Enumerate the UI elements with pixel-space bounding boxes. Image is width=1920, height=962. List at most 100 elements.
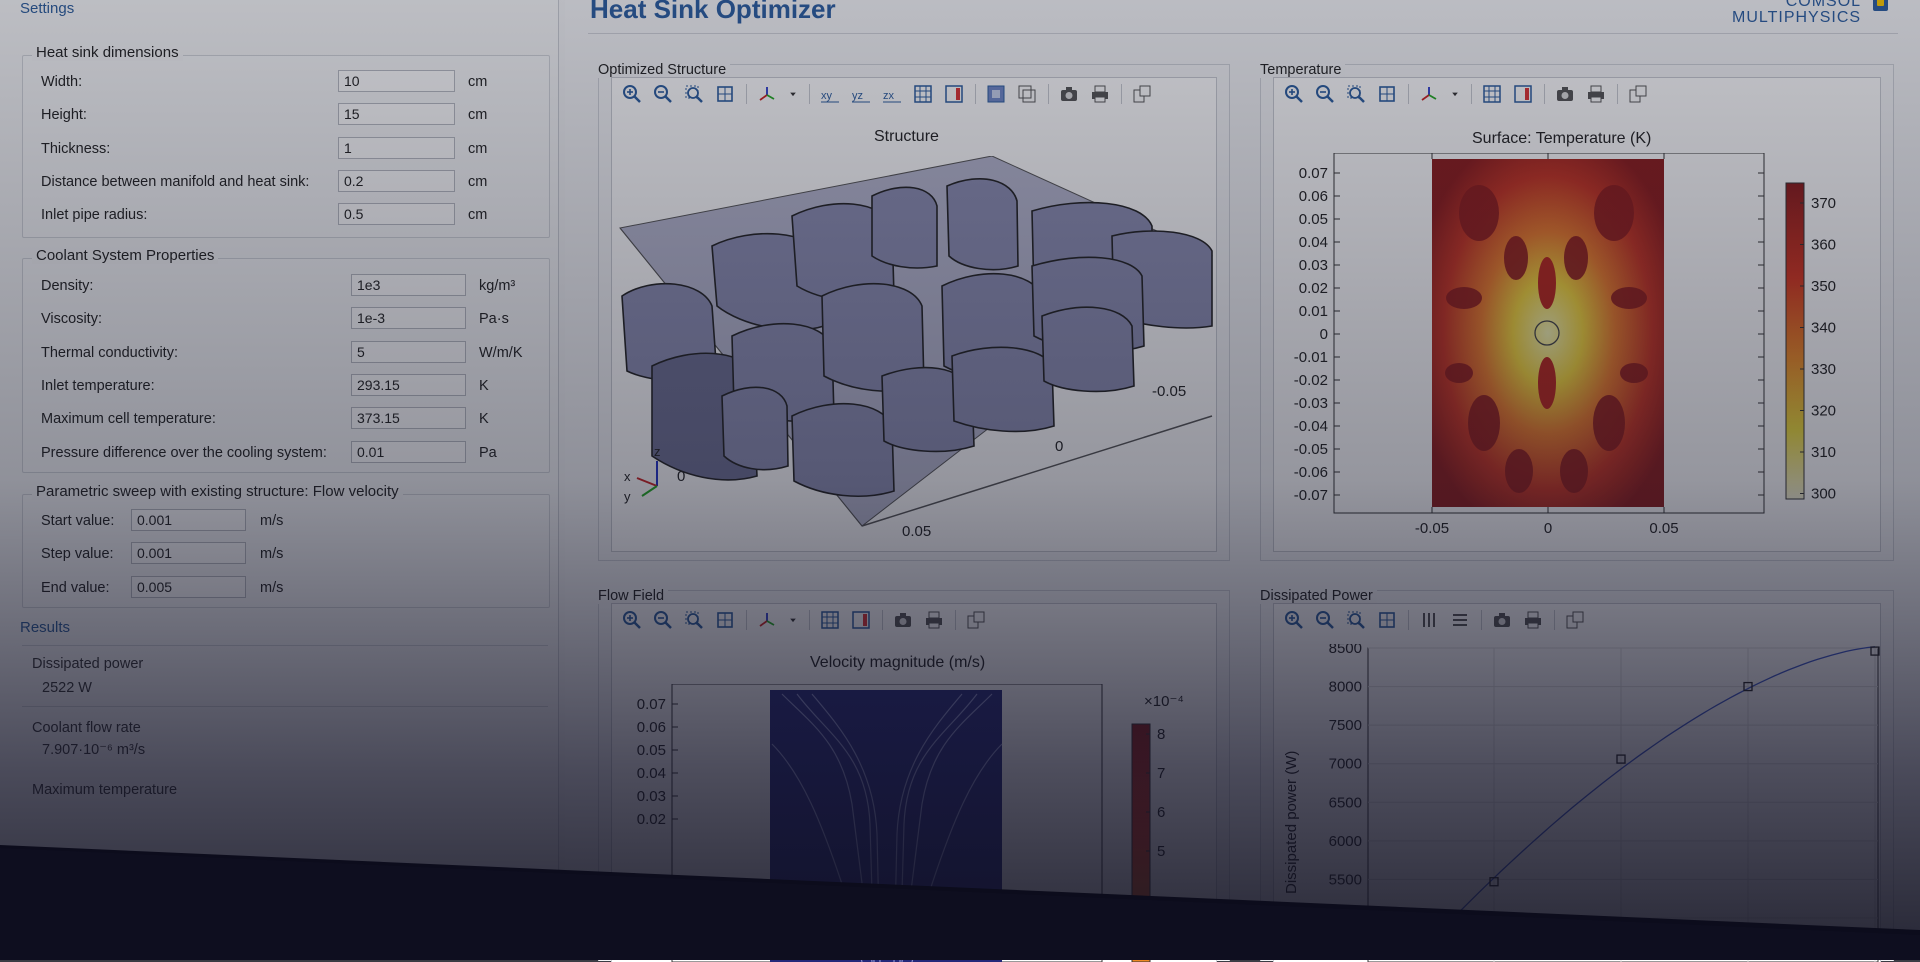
tick-label: 0.02 [637,811,666,828]
print-icon[interactable] [1088,82,1112,106]
zoom-extents-icon[interactable] [713,608,737,632]
toolbar-separator [809,610,810,630]
grid-icon[interactable] [911,82,935,106]
axis-x-line [636,477,658,487]
setting-label: Height: [41,107,87,124]
setting-label: Viscosity: [41,311,102,328]
export-icon[interactable] [1626,82,1650,106]
power-chart[interactable]: 8500 8000 7500 7000 6500 6000 5500 5000 Dissipa… [1274,644,1880,962]
structure-3d-view[interactable]: z x y -0.05 0 0 0.05 [612,156,1216,551]
setting-input[interactable] [351,307,466,330]
temperature-toolbar [1282,80,1657,108]
zoom-out-icon[interactable] [651,82,675,106]
setting-input[interactable] [351,407,466,430]
zoom-box-icon[interactable] [1344,608,1368,632]
toolbar-separator [1617,84,1618,104]
setting-input[interactable] [338,103,455,126]
structure-fin [946,178,1019,271]
setting-input[interactable] [131,542,246,565]
camera-icon[interactable] [1553,82,1577,106]
temperature-chart[interactable]: 0.07 0.06 0.05 0.04 0.03 0.02 0.01 0 -0.01 -0.02 -… [1274,153,1880,551]
setting-row: End value: m/s [23,574,549,602]
wireframe-icon[interactable] [1015,82,1039,106]
tick-label: -0.05 [1152,383,1186,400]
setting-input[interactable] [131,575,246,598]
zoom-box-icon[interactable] [682,608,706,632]
view-xy-icon[interactable]: xy [818,82,842,106]
zoom-out-icon[interactable] [651,608,675,632]
toolbar-separator [746,610,747,630]
setting-input[interactable] [351,274,466,296]
camera-icon[interactable] [1490,608,1514,632]
dissipated-power-title: Dissipated Power [1260,588,1377,604]
tick-label: 0.03 [637,788,666,805]
setting-label: Density: [41,278,94,294]
axis-icon[interactable] [755,82,779,106]
toolbar-separator [1544,84,1545,104]
zoom-out-icon[interactable] [1313,608,1337,632]
setting-input[interactable] [351,440,466,463]
tick-label: 0.03 [1299,257,1328,274]
dissipated-power-label: Dissipated power [32,656,144,672]
setting-input[interactable] [338,169,455,192]
tick-label: -0.07 [1294,487,1328,504]
setting-unit: m/s [260,513,284,529]
optimized-structure-title: Optimized Structure [598,62,731,78]
zoom-extents-icon[interactable] [1375,608,1399,632]
setting-input[interactable] [131,509,246,531]
grid-icon[interactable] [1480,82,1504,106]
legend-icon[interactable] [942,82,966,106]
setting-unit: K [479,377,489,394]
structure-fin [721,386,789,471]
setting-input[interactable] [338,136,455,159]
power-toolbar [1282,606,1594,634]
print-icon[interactable] [1521,608,1545,632]
tick-label: 8500 [1329,644,1362,657]
dissipated-power-panel: Dissipated Power 8500 8000 7500 7000 6500 600… [1260,588,1894,962]
setting-label: Start value: [41,513,115,529]
view-yz-icon[interactable]: yz [849,82,873,106]
setting-input[interactable] [338,203,455,226]
dropdown-icon[interactable] [786,608,800,632]
zoom-in-icon[interactable] [1282,608,1306,632]
bars-h-icon[interactable] [1448,608,1472,632]
zoom-in-icon[interactable] [620,82,644,106]
print-icon[interactable] [1584,82,1608,106]
dissipated-power-value: 2522 W [42,680,92,696]
export-icon[interactable] [1130,82,1154,106]
dropdown-icon[interactable] [786,82,800,106]
view-zx-icon[interactable]: zx [880,82,904,106]
bars-v-icon[interactable] [1417,608,1441,632]
toolbar-separator [882,610,883,630]
setting-input[interactable] [351,340,466,363]
setting-input[interactable] [338,70,455,92]
flow-chart[interactable]: 0.07 0.06 0.05 0.04 0.03 0.02 ×10⁻⁴ 8 7 6 5 [612,684,1216,962]
zoom-box-icon[interactable] [682,82,706,106]
zoom-extents-icon[interactable] [1375,82,1399,106]
setting-input[interactable] [351,373,466,396]
temperature-title: Temperature [1260,62,1346,78]
tick-label: 0.01 [1299,303,1328,320]
zoom-in-icon[interactable] [620,608,644,632]
camera-icon[interactable] [891,608,915,632]
axis-y-line [641,485,658,497]
transparency-icon[interactable] [984,82,1008,106]
tick-label: 6 [1157,804,1165,821]
setting-unit: cm [468,74,488,90]
export-icon[interactable] [1563,608,1587,632]
svg-text:xy: xy [821,90,833,102]
tick-label: 0.06 [1299,188,1328,205]
axis-icon[interactable] [755,608,779,632]
grid-icon[interactable] [818,608,842,632]
camera-icon[interactable] [1057,82,1081,106]
zoom-out-icon[interactable] [1313,82,1337,106]
axis-icon[interactable] [1417,82,1441,106]
dropdown-icon[interactable] [1448,82,1462,106]
zoom-box-icon[interactable] [1344,82,1368,106]
export-icon[interactable] [964,608,988,632]
legend-icon[interactable] [849,608,873,632]
zoom-in-icon[interactable] [1282,82,1306,106]
print-icon[interactable] [922,608,946,632]
legend-icon[interactable] [1511,82,1535,106]
zoom-extents-icon[interactable] [713,82,737,106]
